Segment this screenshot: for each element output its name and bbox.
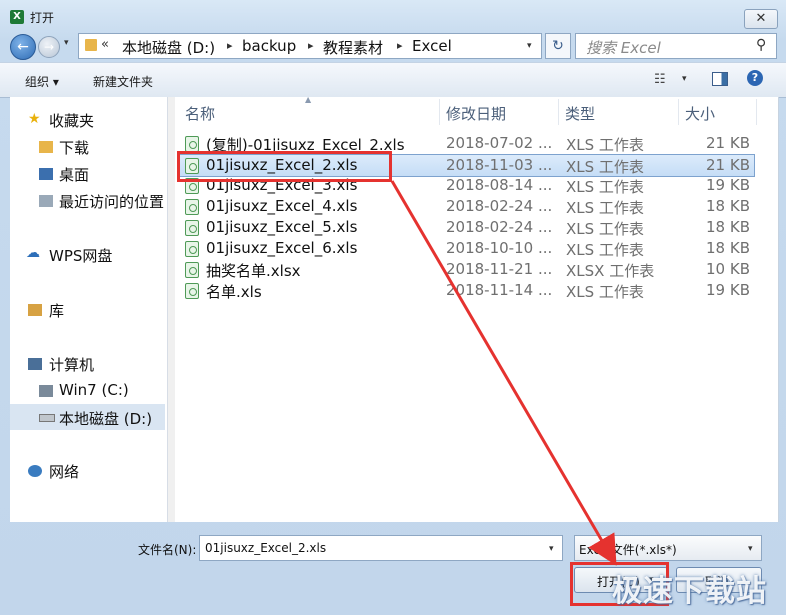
watermark-text: 极速下载站 bbox=[612, 574, 767, 609]
annotation-arrow bbox=[390, 180, 617, 566]
arrow-line bbox=[390, 180, 617, 566]
